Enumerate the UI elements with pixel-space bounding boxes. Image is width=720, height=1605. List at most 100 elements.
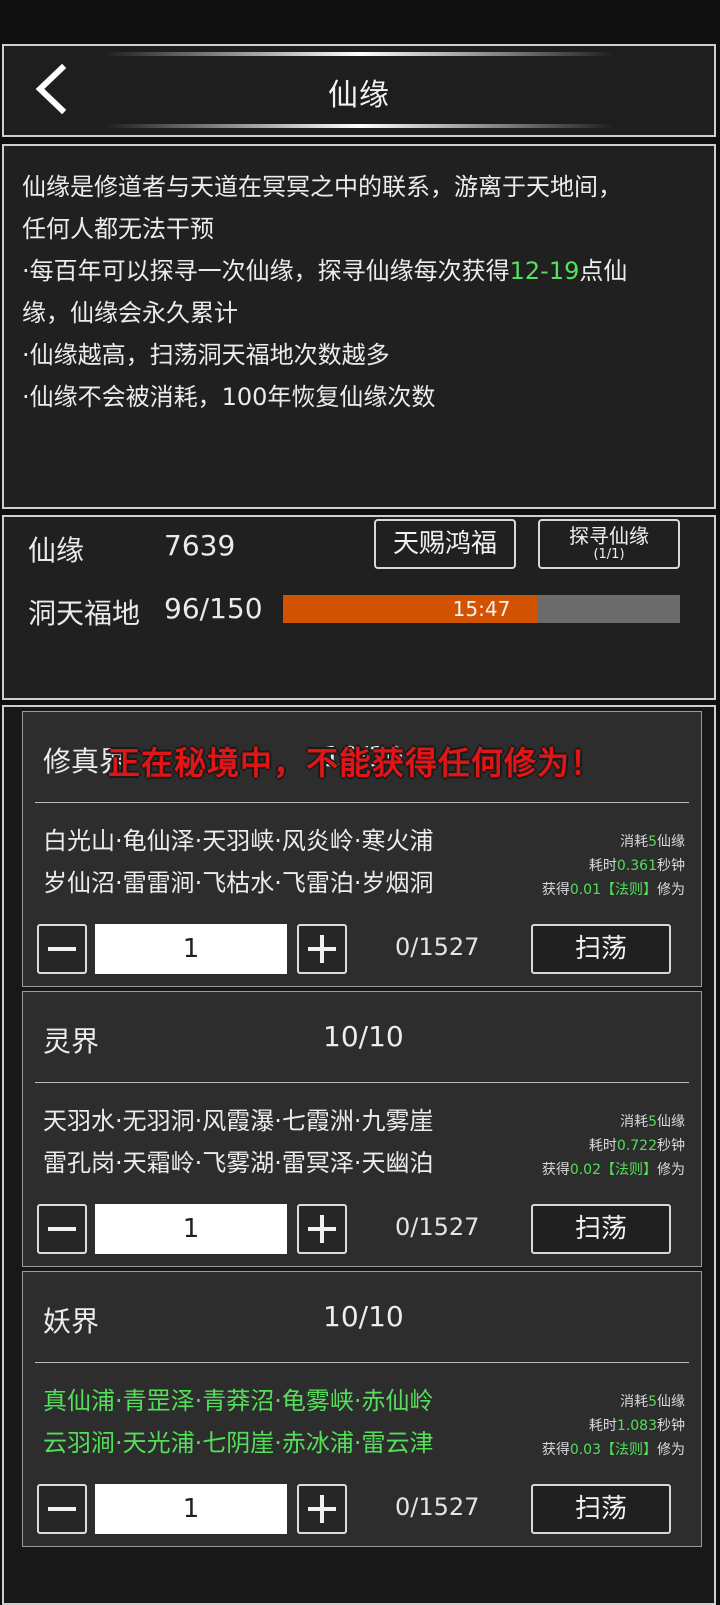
realm-places: 真仙浦·青罡泽·青莽沼·龟雾峡·赤仙岭 云羽涧·天光浦·七阴崖·赤冰浦·雷云津: [43, 1380, 434, 1464]
time-line: 耗时0.361秒钟: [542, 854, 685, 878]
quantity-input[interactable]: 1: [95, 924, 287, 974]
explore-button-label: 探寻仙缘: [569, 524, 649, 548]
realm-card: 灵界 10/10 天羽水·无羽洞·风霞瀑·七霞洲·九雾崖 雷孔岗·天霜岭·飞雾湖…: [22, 991, 702, 1267]
cave-timer: 15:47: [452, 597, 511, 621]
gain-value: 0.03: [569, 1442, 601, 1458]
sweep-progress: 0/1527: [395, 1213, 480, 1241]
quantity-input[interactable]: 1: [95, 1204, 287, 1254]
realm-divider: [35, 1362, 689, 1363]
time-unit: 秒钟: [657, 1138, 685, 1154]
realm-list[interactable]: 修真界 10/10 白光山·龟仙泽·天羽峡·风炎岭·寒火浦 岁仙沼·雷雷涧·飞枯…: [2, 705, 716, 1605]
cave-value: 96/150: [164, 592, 263, 625]
gain-value: 0.02: [569, 1162, 601, 1178]
description-text: ·每百年可以探寻一次仙缘，探寻仙缘每次获得: [22, 257, 510, 285]
minus-icon: [48, 947, 76, 951]
blessing-button[interactable]: 天赐鸿福: [374, 519, 516, 569]
gain-unit: 修为: [657, 882, 685, 898]
plus-icon-vertical: [320, 1495, 324, 1523]
realm-meta: 消耗5仙缘 耗时1.083秒钟 获得0.03【法则】修为: [542, 1390, 685, 1462]
plus-icon-vertical: [320, 935, 324, 963]
explore-button[interactable]: 探寻仙缘 (1/1): [538, 519, 680, 569]
cost-value: 5: [648, 1114, 657, 1130]
gain-line: 获得0.02【法则】修为: [542, 1158, 685, 1182]
places-line: 真仙浦·青罡泽·青莽沼·龟雾峡·赤仙岭: [43, 1387, 434, 1415]
time-label: 耗时: [588, 858, 617, 874]
decrease-button[interactable]: [37, 1484, 87, 1534]
cave-progress-bar: 15:47: [283, 595, 680, 623]
gain-label: 获得: [541, 882, 570, 898]
title-top-rule: [104, 52, 614, 56]
increase-button[interactable]: [297, 1484, 347, 1534]
description-line: ·仙缘不会被消耗，100年恢复仙缘次数: [22, 383, 436, 411]
gain-value: 0.01: [569, 882, 601, 898]
time-value: 0.722: [616, 1138, 657, 1154]
realm-divider: [35, 1082, 689, 1083]
description-line: 任何人都无法干预: [22, 215, 214, 243]
cost-unit: 仙缘: [657, 834, 685, 850]
gain-line: 获得0.03【法则】修为: [542, 1438, 685, 1462]
realm-name: 灵界: [43, 1025, 100, 1058]
minus-icon: [48, 1227, 76, 1231]
increase-button[interactable]: [297, 1204, 347, 1254]
gain-label: 获得: [541, 1442, 570, 1458]
cost-unit: 仙缘: [657, 1114, 685, 1130]
decrease-button[interactable]: [37, 1204, 87, 1254]
sweep-button[interactable]: 扫荡: [531, 924, 671, 974]
places-line: 白光山·龟仙泽·天羽峡·风炎岭·寒火浦: [43, 827, 434, 855]
realm-meta: 消耗5仙缘 耗时0.722秒钟 获得0.02【法则】修为: [542, 1110, 685, 1182]
time-label: 耗时: [588, 1418, 617, 1434]
cost-label: 消耗: [620, 834, 649, 850]
gain-tag: 【法则】: [601, 882, 657, 898]
gain-range-highlight: 12-19: [509, 257, 580, 285]
sweep-progress: 0/1527: [395, 1493, 480, 1521]
cost-line: 消耗5仙缘: [542, 830, 685, 854]
cost-line: 消耗5仙缘: [542, 1110, 685, 1134]
realm-count: 10/10: [323, 1300, 404, 1333]
realm-places: 白光山·龟仙泽·天羽峡·风炎岭·寒火浦 岁仙沼·雷雷涧·飞枯水·飞雷泊·岁烟洞: [43, 820, 434, 904]
stats-panel: 仙缘 7639 天赐鸿福 探寻仙缘 (1/1) 洞天福地 96/150 15:4…: [2, 515, 716, 700]
plus-icon-vertical: [320, 1215, 324, 1243]
explore-count: (1/1): [593, 547, 625, 562]
description-line: 仙缘是修道者与天道在冥冥之中的联系，游离于天地间，: [22, 173, 622, 201]
gain-line: 获得0.01【法则】修为: [542, 878, 685, 902]
time-unit: 秒钟: [657, 1418, 685, 1434]
cost-label: 消耗: [620, 1114, 649, 1130]
places-line: 天羽水·无羽洞·风霞瀑·七霞洲·九雾崖: [43, 1107, 434, 1135]
increase-button[interactable]: [297, 924, 347, 974]
title-bottom-rule: [104, 124, 614, 128]
cost-label: 消耗: [620, 1394, 649, 1410]
description-text: 点仙: [579, 257, 628, 285]
description-panel: 仙缘是修道者与天道在冥冥之中的联系，游离于天地间， 任何人都无法干预 ·每百年可…: [2, 144, 716, 509]
title-bar: 仙缘: [2, 44, 716, 137]
cost-value: 5: [648, 1394, 657, 1410]
realm-divider: [35, 802, 689, 803]
sweep-button[interactable]: 扫荡: [531, 1484, 671, 1534]
page-title: 仙缘: [328, 78, 390, 113]
gain-unit: 修为: [657, 1162, 685, 1178]
cost-unit: 仙缘: [657, 1394, 685, 1410]
realm-places: 天羽水·无羽洞·风霞瀑·七霞洲·九雾崖 雷孔岗·天霜岭·飞雾湖·雷冥泽·天幽泊: [43, 1100, 434, 1184]
description-line: 缘，仙缘会永久累计: [22, 299, 238, 327]
time-unit: 秒钟: [657, 858, 685, 874]
sweep-progress: 0/1527: [395, 933, 480, 961]
cost-line: 消耗5仙缘: [542, 1390, 685, 1414]
time-line: 耗时1.083秒钟: [542, 1414, 685, 1438]
description-line: ·每百年可以探寻一次仙缘，探寻仙缘每次获得12-19点仙: [22, 250, 696, 292]
decrease-button[interactable]: [37, 924, 87, 974]
realm-card: 妖界 10/10 真仙浦·青罡泽·青莽沼·龟雾峡·赤仙岭 云羽涧·天光浦·七阴崖…: [22, 1271, 702, 1547]
cost-value: 5: [648, 834, 657, 850]
cave-label: 洞天福地: [28, 597, 141, 630]
xianyuan-value: 7639: [164, 529, 236, 562]
sweep-button[interactable]: 扫荡: [531, 1204, 671, 1254]
places-line: 云羽涧·天光浦·七阴崖·赤冰浦·雷云津: [43, 1429, 434, 1457]
realm-name: 妖界: [43, 1305, 100, 1338]
gain-tag: 【法则】: [601, 1442, 657, 1458]
quantity-input[interactable]: 1: [95, 1484, 287, 1534]
xianyuan-label: 仙缘: [28, 534, 85, 567]
places-line: 岁仙沼·雷雷涧·飞枯水·飞雷泊·岁烟洞: [43, 869, 434, 897]
realm-meta: 消耗5仙缘 耗时0.361秒钟 获得0.01【法则】修为: [542, 830, 685, 902]
time-value: 1.083: [616, 1418, 657, 1434]
places-line: 雷孔岗·天霜岭·飞雾湖·雷冥泽·天幽泊: [43, 1149, 434, 1177]
time-value: 0.361: [616, 858, 657, 874]
description-line: ·仙缘越高，扫荡洞天福地次数越多: [22, 341, 390, 369]
